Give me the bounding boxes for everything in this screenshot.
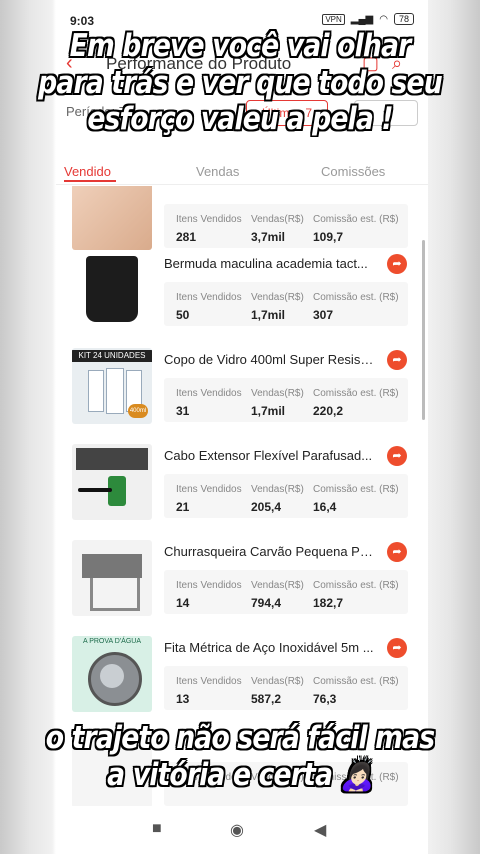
stat-value: 76,3 [313, 692, 337, 706]
signal-icon: ▂▄▆ [350, 13, 374, 25]
stat-value: 13 [176, 692, 190, 706]
stat-value: 3,7mil [251, 230, 286, 244]
wifi-icon: ◠ [379, 13, 388, 25]
thumb-badge: 400ml [128, 404, 148, 418]
stat-label: Vendas(R$) [251, 484, 304, 495]
product-name[interactable]: Cabo Extensor Flexível Parafusad... [164, 448, 374, 463]
product-stats: Itens Vendidos 21 Vendas(R$) 205,4 Comissão … [164, 474, 408, 518]
stat-value: 182,7 [313, 596, 344, 610]
product-stats: Itens Vendidos 14 Vendas(R$) 794,4 Comissão … [164, 570, 408, 614]
stat-label: Vendas(R$) [251, 388, 304, 399]
product-name[interactable]: Churrasqueira Carvão Pequena Po... [164, 544, 374, 559]
vpn-icon: VPN [322, 13, 345, 25]
list-item[interactable]: Bermuda maculina academia tact... ➦ Itens … [56, 244, 428, 340]
share-arrow-icon[interactable]: ➦ [387, 254, 407, 274]
product-thumbnail[interactable] [72, 252, 152, 328]
sort-tabs: Vendido Vendas Comissões [56, 144, 428, 185]
product-stats: Itens Vendidos 31 Vendas(R$) 1,7mil Comissão… [164, 378, 408, 422]
product-thumbnail[interactable] [72, 186, 152, 250]
stat-label: Itens Vendidos [176, 214, 242, 225]
stat-value: 21 [176, 500, 190, 514]
stat-label: Itens Vendidos [176, 388, 242, 399]
stat-label: Itens Vendidos [176, 676, 242, 687]
share-arrow-icon[interactable]: ➦ [387, 350, 407, 370]
stat-label: Vendas(R$) [251, 580, 304, 591]
battery-icon: 78 [393, 13, 414, 25]
caption-bottom: o trajeto não será fácil mas a vitória e… [45, 720, 435, 793]
stat-value: 307 [313, 308, 334, 322]
tab-comissoes[interactable]: Comissões [321, 164, 385, 179]
stat-value: 16,4 [313, 500, 337, 514]
product-stats: Itens Vendidos 281 Vendas(R$) 3,7mil Comissã… [164, 204, 408, 248]
product-thumbnail[interactable]: A PROVA D'ÁGUA [72, 636, 152, 712]
stat-label: Vendas(R$) [251, 214, 304, 225]
stat-label: Comissão est. (R$) [313, 484, 399, 495]
thumb-caption: A PROVA D'ÁGUA [82, 638, 141, 645]
list-item[interactable]: Churrasqueira Carvão Pequena Po... ➦ Itens… [56, 532, 428, 628]
stat-label: Comissão est. (R$) [313, 214, 399, 225]
stat-value: 205,4 [251, 500, 282, 514]
product-thumbnail[interactable]: KIT 24 UNIDADES 400ml [72, 348, 152, 424]
scrollbar[interactable] [422, 240, 425, 420]
product-list[interactable]: Itens Vendidos 281 Vendas(R$) 3,7mil Comissã… [56, 186, 428, 806]
stat-label: Itens Vendidos [176, 292, 242, 303]
stat-label: Vendas(R$) [251, 676, 304, 687]
stat-value: 587,2 [251, 692, 282, 706]
product-name[interactable]: Fita Métrica de Aço Inoxidável 5m ... [164, 640, 374, 655]
stat-value: 31 [176, 404, 190, 418]
square-icon[interactable]: ■ [152, 820, 162, 838]
tab-vendas[interactable]: Vendas [196, 164, 239, 179]
product-stats: Itens Vendidos 13 Vendas(R$) 587,2 Comissão … [164, 666, 408, 710]
stat-label: Itens Vendidos [176, 580, 242, 591]
list-item[interactable]: A PROVA D'ÁGUA Fita Métrica de Aço Inoxid… [56, 628, 428, 724]
status-time: 9:03 [70, 14, 95, 28]
list-item[interactable]: KIT 24 UNIDADES 400ml Copo de Vidro 400ml … [56, 340, 428, 436]
stat-value: 794,4 [251, 596, 282, 610]
stat-value: 50 [176, 308, 190, 322]
triangle-back-icon[interactable]: ◀ [314, 820, 326, 840]
stat-value: 1,7mil [251, 308, 286, 322]
caption-top: Em breve você vai olhar para trás e ver … [38, 28, 443, 138]
product-name[interactable]: Bermuda maculina academia tact... [164, 256, 374, 271]
product-stats: Itens Vendidos 50 Vendas(R$) 1,7mil Comissão… [164, 282, 408, 326]
stat-label: Itens Vendidos [176, 484, 242, 495]
stat-value: 14 [176, 596, 190, 610]
list-item[interactable]: Cabo Extensor Flexível Parafusad... ➦ Iten… [56, 436, 428, 532]
circle-icon[interactable]: ◉ [230, 820, 244, 840]
stat-label: Comissão est. (R$) [313, 292, 399, 303]
stat-value: 220,2 [313, 404, 344, 418]
stat-label: Comissão est. (R$) [313, 388, 399, 399]
stat-label: Vendas(R$) [251, 292, 304, 303]
share-arrow-icon[interactable]: ➦ [387, 638, 407, 658]
stat-value: 109,7 [313, 230, 344, 244]
active-tab-indicator [64, 180, 116, 182]
product-thumbnail[interactable] [72, 444, 152, 520]
tab-vendido[interactable]: Vendido [64, 164, 111, 179]
product-name[interactable]: Copo de Vidro 400ml Super Resist... [164, 352, 374, 367]
status-icons: VPN ▂▄▆ ◠ 78 [322, 13, 414, 25]
share-arrow-icon[interactable]: ➦ [387, 542, 407, 562]
nav-bar: ■ ◉ ◀ [56, 806, 428, 854]
stat-value: 281 [176, 230, 197, 244]
product-thumbnail[interactable] [72, 540, 152, 616]
share-arrow-icon[interactable]: ➦ [387, 446, 407, 466]
stat-value: 1,7mil [251, 404, 286, 418]
thumb-caption: KIT 24 UNIDADES [72, 350, 152, 362]
stat-label: Comissão est. (R$) [313, 676, 399, 687]
stat-label: Comissão est. (R$) [313, 580, 399, 591]
